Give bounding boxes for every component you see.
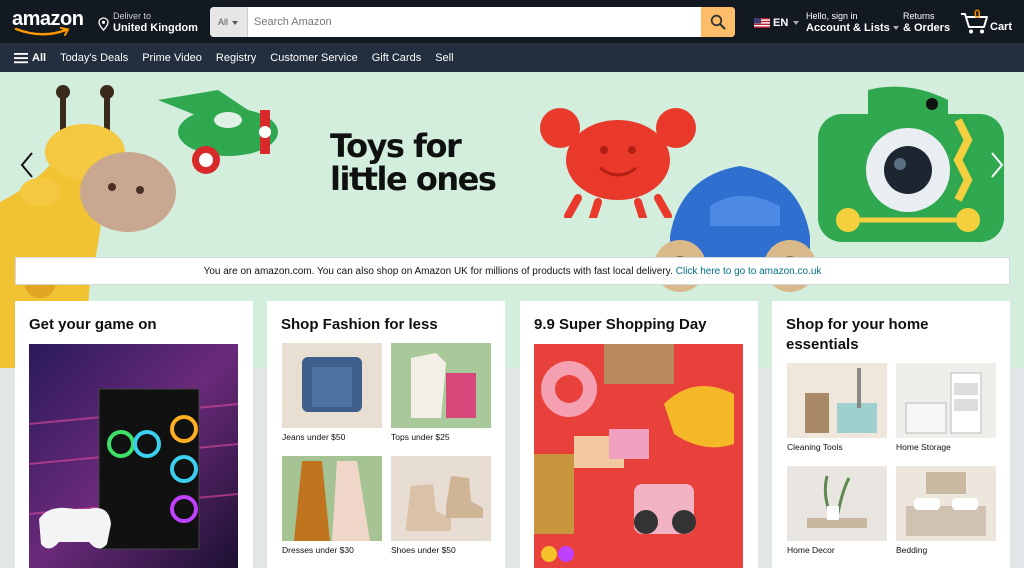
tile-shoes[interactable]: Shoes under $50: [391, 456, 491, 568]
hero-title-line1: Toys for: [330, 127, 462, 165]
card-fashion[interactable]: Shop Fashion for less Jeans under $50 To…: [267, 301, 505, 568]
tile-home-storage[interactable]: Home Storage: [896, 363, 996, 466]
all-menu-label: All: [32, 51, 47, 64]
tile-tops[interactable]: Tops under $25: [391, 343, 491, 456]
tile-caption: Home Decor: [787, 545, 835, 555]
tile-cleaning-tools[interactable]: Cleaning Tools: [787, 363, 887, 466]
tile-caption: Jeans under $50: [282, 432, 346, 442]
card-title: 9.9 Super Shopping Day: [534, 316, 707, 333]
jeans-image: [282, 343, 382, 428]
logo-smile-icon: [14, 27, 70, 36]
chevron-down-icon: [793, 21, 800, 25]
cart-count: 0: [974, 7, 981, 21]
card-title: Shop Fashion for less: [281, 316, 438, 333]
hero-title: Toys for little ones: [330, 127, 497, 198]
language-selector[interactable]: EN: [754, 16, 800, 30]
language-label: EN: [773, 17, 789, 29]
card-title: Shop for your home essentials: [786, 316, 929, 353]
amazon-logo[interactable]: amazon: [12, 8, 88, 36]
home-decor-image: [787, 466, 887, 541]
home-storage-image: [896, 363, 996, 438]
nav-todays-deals[interactable]: Today's Deals: [60, 52, 128, 64]
nav-prime-video[interactable]: Prime Video: [142, 52, 202, 64]
home-tiles: Cleaning Tools Home Storage Home Decor B…: [787, 363, 997, 568]
tile-caption: Cleaning Tools: [787, 442, 843, 452]
account-lists-label: Account & Lists: [806, 22, 890, 34]
account-and-lists[interactable]: Hello, sign in Account & Lists: [806, 11, 899, 34]
locale-notice-text: You are on amazon.com. You can also shop…: [203, 265, 673, 277]
returns-and-orders[interactable]: Returns & Orders: [903, 11, 950, 34]
tile-dresses[interactable]: Dresses under $30: [282, 456, 382, 568]
nav-gift-cards[interactable]: Gift Cards: [372, 52, 422, 64]
shoes-image: [391, 456, 491, 541]
tile-caption: Bedding: [896, 545, 928, 555]
chevron-down-icon: [892, 26, 899, 31]
tile-caption: Shoes under $50: [391, 545, 456, 555]
search-button[interactable]: [701, 7, 735, 37]
search-category-dropdown[interactable]: All: [210, 7, 248, 37]
card-gaming[interactable]: Get your game on: [15, 301, 253, 568]
dresses-image: [282, 456, 382, 541]
amazon-uk-link[interactable]: Click here to go to amazon.co.uk: [676, 266, 822, 277]
locale-notice-bar: You are on amazon.com. You can also shop…: [15, 257, 1010, 285]
tops-image: [391, 343, 491, 428]
orders-label: & Orders: [903, 22, 951, 34]
search-category-label: All: [218, 17, 229, 27]
nav-sell[interactable]: Sell: [435, 52, 453, 64]
chevron-down-icon: [232, 20, 239, 25]
search-bar: All: [210, 7, 735, 37]
toy-airplane-image: [158, 90, 278, 174]
location-pin-icon: [98, 17, 109, 31]
nav-customer-service[interactable]: Customer Service: [270, 52, 357, 64]
card-title: Get your game on: [29, 316, 157, 333]
card-home-essentials[interactable]: Shop for your home essentials Cleaning T…: [772, 301, 1010, 568]
bedding-image: [896, 466, 996, 541]
search-input[interactable]: [250, 7, 700, 37]
us-flag-icon: [754, 18, 770, 28]
top-navigation-bar: amazon Deliver to United Kingdom All Sea…: [0, 0, 1024, 43]
tile-caption: Home Storage: [896, 442, 951, 452]
tile-home-decor[interactable]: Home Decor: [787, 466, 887, 568]
deliver-country: United Kingdom: [113, 22, 198, 34]
cleaning-tools-image: [787, 363, 887, 438]
gaming-pc-image: [29, 344, 238, 568]
hamburger-menu-icon: [14, 52, 28, 63]
hero-title-line2: little ones: [330, 160, 497, 198]
secondary-navigation: All Today's Deals Prime Video Registry C…: [0, 43, 1024, 72]
tile-caption: Dresses under $30: [282, 545, 354, 555]
carousel-next-arrow-icon[interactable]: [986, 150, 1006, 180]
tile-caption: Tops under $25: [391, 432, 450, 442]
tile-bedding[interactable]: Bedding: [896, 466, 996, 568]
deliver-label: Deliver to: [113, 11, 152, 21]
carousel-previous-arrow-icon[interactable]: [18, 150, 38, 180]
returns-label: Returns: [903, 11, 935, 21]
fashion-tiles: Jeans under $50 Tops under $25 Dresses u…: [282, 343, 492, 568]
search-icon: [710, 14, 726, 30]
nav-registry[interactable]: Registry: [216, 52, 256, 64]
cart-label: Cart: [990, 21, 1013, 33]
account-greeting: Hello, sign in: [806, 11, 858, 21]
shopping-day-products-image: [534, 344, 743, 568]
card-shopping-day[interactable]: 9.9 Super Shopping Day: [520, 301, 758, 568]
all-menu-button[interactable]: All: [14, 52, 46, 64]
cart-button[interactable]: 0 Cart: [960, 7, 1016, 36]
tile-jeans[interactable]: Jeans under $50: [282, 343, 382, 456]
